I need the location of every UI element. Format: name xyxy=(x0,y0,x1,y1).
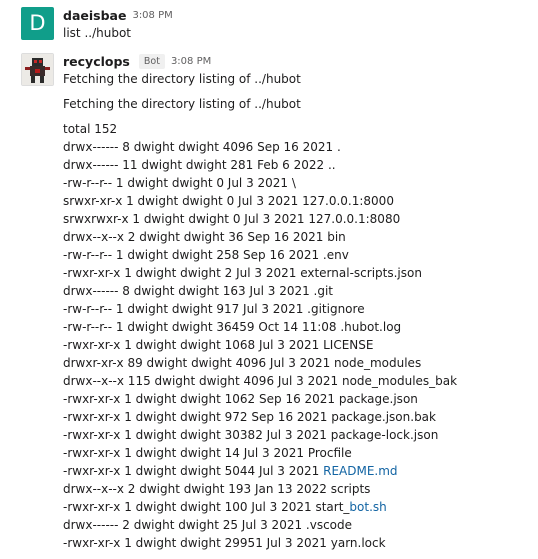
listing-line: -rw-r--r-- 1 dwight dwight 917 Jul 3 202… xyxy=(63,300,528,318)
listing-text: -rwxr-xr-x 1 dwight dwight 2 Jul 3 2021 … xyxy=(63,266,422,280)
timestamp[interactable]: 3:08 PM xyxy=(171,56,211,67)
listing-text: -rw-r--r-- 1 dwight dwight 917 Jul 3 202… xyxy=(63,302,365,316)
listing-line: -rwxr-xr-x 1 dwight dwight 2 Jul 3 2021 … xyxy=(63,264,528,282)
timestamp[interactable]: 3:08 PM xyxy=(132,10,172,21)
listing-text: drwx------ 8 dwight dwight 4096 Sep 16 2… xyxy=(63,140,341,154)
avatar[interactable]: D xyxy=(21,7,54,40)
listing-text: drwx--x--x 2 dwight dwight 193 Jan 13 20… xyxy=(63,482,371,496)
listing-line: srwxr-xr-x 1 dwight dwight 0 Jul 3 2021 … xyxy=(63,192,528,210)
robot-avatar-icon xyxy=(22,54,53,85)
listing-text: -rwxr-xr-x 1 dwight dwight 100 Jul 3 202… xyxy=(63,500,350,514)
username[interactable]: daeisbae xyxy=(63,8,126,23)
listing-line: -rwxr-xr-x 1 dwight dwight 14 Jul 3 2021… xyxy=(63,444,528,462)
avatar[interactable] xyxy=(21,53,54,86)
listing-line: drwx------ 8 dwight dwight 163 Jul 3 202… xyxy=(63,282,528,300)
listing-text: -rwxr-xr-x 1 dwight dwight 30382 Jul 3 2… xyxy=(63,428,439,442)
listing-text: -rwxr-xr-x 1 dwight dwight 29951 Jul 3 2… xyxy=(63,536,386,550)
listing-text: -rwxr-xr-x 1 dwight dwight 972 Sep 16 20… xyxy=(63,410,436,424)
listing-text: srwxrwxr-x 1 dwight dwight 0 Jul 3 2021 … xyxy=(63,212,401,226)
listing-line: total 152 xyxy=(63,120,528,138)
listing-text: drwx------ 8 dwight dwight 163 Jul 3 202… xyxy=(63,284,334,298)
listing-line: -rwxr-xr-x 1 dwight dwight 30382 Jul 3 2… xyxy=(63,426,528,444)
listing-text: srwxr-xr-x 1 dwight dwight 0 Jul 3 2021 … xyxy=(63,194,394,208)
listing-line: drwx------ 2 dwight dwight 25 Jul 3 2021… xyxy=(63,516,528,534)
message-text: Fetching the directory listing of ../hub… xyxy=(63,97,301,111)
listing-text: drwx--x--x 2 dwight dwight 36 Sep 16 202… xyxy=(63,230,346,244)
listing-text: -rwxr-xr-x 1 dwight dwight 1062 Sep 16 2… xyxy=(63,392,418,406)
listing-text: -rwxr-xr-x 1 dwight dwight 14 Jul 3 2021… xyxy=(63,446,352,460)
listing-line: drwx--x--x 115 dwight dwight 4096 Jul 3 … xyxy=(63,372,528,390)
message-header: recyclops Bot 3:08 PM xyxy=(63,52,528,70)
message-text: list ../hubot xyxy=(63,26,131,40)
listing-text: -rwxr-xr-x 1 dwight dwight 5044 Jul 3 20… xyxy=(63,464,324,478)
bot-badge: Bot xyxy=(138,53,165,69)
listing-line: -rwxr-xr-x 1 dwight dwight 1068 Jul 3 20… xyxy=(63,336,528,354)
listing-text: -rw-r--r-- 1 dwight dwight 258 Sep 16 20… xyxy=(63,248,349,262)
listing-line: -rwxr-xr-x 1 dwight dwight 29951 Jul 3 2… xyxy=(63,534,528,552)
listing-line: -rwxr-xr-x 1 dwight dwight 100 Jul 3 202… xyxy=(63,498,528,516)
directory-listing: total 152 drwx------ 8 dwight dwight 4096… xyxy=(63,120,528,552)
listing-line: drwx--x--x 2 dwight dwight 36 Sep 16 202… xyxy=(63,228,528,246)
listing-line: -rw-r--r-- 1 dwight dwight 258 Sep 16 20… xyxy=(63,246,528,264)
listing-text: drwx------ 2 dwight dwight 25 Jul 3 2021… xyxy=(63,518,353,532)
message-content: recyclops Bot 3:08 PM Fetching the direc… xyxy=(63,52,528,552)
listing-line: drwx------ 11 dwight dwight 281 Feb 6 20… xyxy=(63,156,528,174)
listing-line: drwx------ 8 dwight dwight 4096 Sep 16 2… xyxy=(63,138,528,156)
file-link[interactable]: bot.sh xyxy=(349,500,386,514)
listing-line: drwxr-xr-x 89 dwight dwight 4096 Jul 3 2… xyxy=(63,354,528,372)
message-header: daeisbae 3:08 PM xyxy=(63,6,528,24)
listing-text: total 152 xyxy=(63,122,118,136)
listing-line: drwx--x--x 2 dwight dwight 193 Jan 13 20… xyxy=(63,480,528,498)
listing-line: -rw-r--r-- 1 dwight dwight 36459 Oct 14 … xyxy=(63,318,528,336)
file-link[interactable]: README.md xyxy=(323,464,397,478)
listing-line: srwxrwxr-x 1 dwight dwight 0 Jul 3 2021 … xyxy=(63,210,528,228)
listing-line: -rwxr-xr-x 1 dwight dwight 972 Sep 16 20… xyxy=(63,408,528,426)
listing-text: -rw-r--r-- 1 dwight dwight 0 Jul 3 2021 … xyxy=(63,176,296,190)
listing-text: -rwxr-xr-x 1 dwight dwight 1068 Jul 3 20… xyxy=(63,338,374,352)
listing-line: -rw-r--r-- 1 dwight dwight 0 Jul 3 2021 … xyxy=(63,174,528,192)
listing-line: -rwxr-xr-x 1 dwight dwight 1062 Sep 16 2… xyxy=(63,390,528,408)
listing-text: drwx--x--x 115 dwight dwight 4096 Jul 3 … xyxy=(63,374,458,388)
listing-text: drwx------ 11 dwight dwight 281 Feb 6 20… xyxy=(63,158,336,172)
message-content: daeisbae 3:08 PM list ../hubot xyxy=(63,6,528,42)
listing-text: drwxr-xr-x 89 dwight dwight 4096 Jul 3 2… xyxy=(63,356,422,370)
message-text: Fetching the directory listing of ../hub… xyxy=(63,72,301,86)
listing-line: -rwxr-xr-x 1 dwight dwight 5044 Jul 3 20… xyxy=(63,462,528,480)
listing-text: -rw-r--r-- 1 dwight dwight 36459 Oct 14 … xyxy=(63,320,402,334)
username[interactable]: recyclops xyxy=(63,54,130,69)
